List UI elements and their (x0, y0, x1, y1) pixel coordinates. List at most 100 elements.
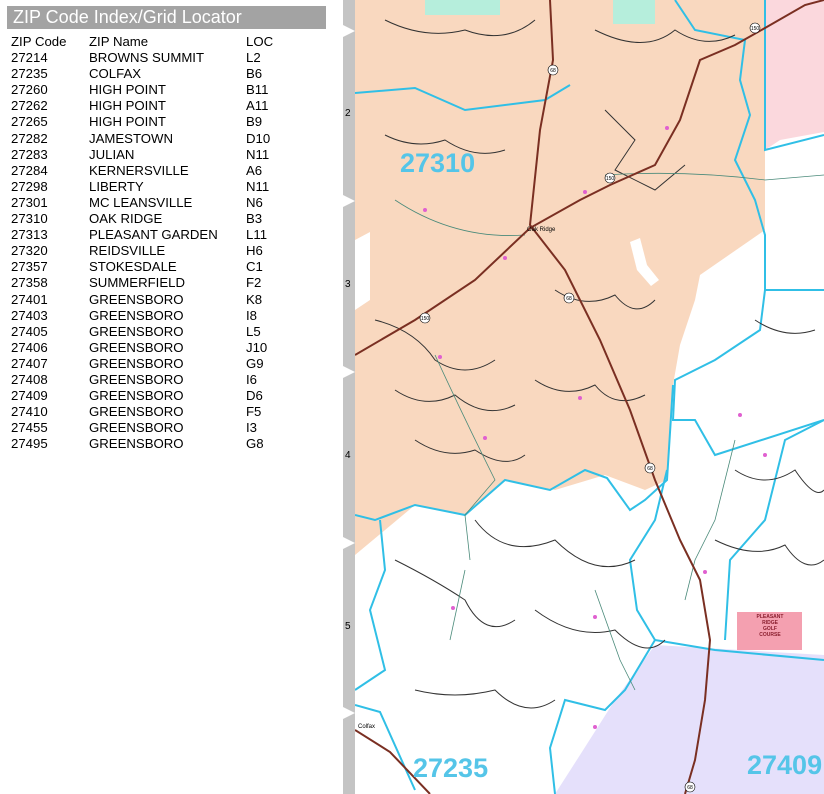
zip-code-cell: 27409 (11, 388, 48, 404)
shield-number: 68 (687, 785, 693, 791)
shield-number: 150 (606, 176, 615, 182)
loc-cell: D6 (246, 388, 263, 404)
table-row: 27357 STOKESDALE C1 (11, 259, 296, 275)
loc-cell: N11 (246, 146, 270, 162)
loc-cell: F2 (246, 275, 262, 291)
zip-code-cell: 27284 (11, 162, 48, 178)
table-row: 27265 HIGH POINT B9 (11, 114, 296, 130)
table-row: 27313 PLEASANT GARDEN L11 (11, 227, 296, 243)
table-row: 27410 GREENSBORO F5 (11, 404, 296, 420)
table-row: 27408 GREENSBORO I6 (11, 372, 296, 388)
table-row: 27320 REIDSVILLE H6 (11, 243, 296, 259)
grid-row-label: 2 (345, 108, 351, 119)
shield-number: 150 (421, 316, 430, 322)
zip-code-cell: 27401 (11, 291, 48, 307)
table-row: 27455 GREENSBORO I3 (11, 420, 296, 436)
zone-green (613, 0, 655, 24)
grid-notch (343, 366, 355, 378)
zip-name-cell: GREENSBORO (89, 436, 184, 452)
map-canvas[interactable]: 150 68 150 68 150 68 68 (355, 0, 824, 794)
zip-name-cell: GREENSBORO (89, 291, 184, 307)
route-shield: 68 (644, 462, 656, 474)
marker (423, 208, 427, 212)
loc-cell: A11 (246, 98, 269, 114)
grid-notch (343, 25, 355, 37)
zip-code-cell: 27235 (11, 66, 48, 82)
loc-cell: A6 (246, 162, 263, 178)
zip-code-cell: 27403 (11, 307, 48, 323)
zip-name-cell: JAMESTOWN (89, 130, 174, 146)
zip-name-cell: LIBERTY (89, 178, 144, 194)
route-shield: 68 (563, 292, 575, 304)
zip-name-cell: OAK RIDGE (89, 211, 163, 227)
zip-name-cell: BROWNS SUMMIT (89, 50, 205, 66)
zip-code-cell: 27262 (11, 98, 48, 114)
table-row: 27298 LIBERTY N11 (11, 179, 296, 195)
shield-number: 68 (647, 466, 653, 472)
zip-code-cell: 27313 (11, 227, 48, 243)
marker (763, 453, 767, 457)
zip-code-cell: 27407 (11, 355, 48, 371)
zip-name-cell: GREENSBORO (89, 388, 184, 404)
loc-cell: J10 (246, 339, 268, 355)
grid-row-label: 5 (345, 621, 351, 632)
zip-code-cell: 27260 (11, 82, 48, 98)
table-row: 27282 JAMESTOWN D10 (11, 131, 296, 147)
table-row: 27284 KERNERSVILLE A6 (11, 163, 296, 179)
zip-name-cell: HIGH POINT (89, 82, 166, 98)
zip-map[interactable]: 150 68 150 68 150 68 68 27310 27235 2740… (355, 0, 824, 794)
zip-index-body: 27214 BROWNS SUMMIT L2 27235 COLFAX B6 27260 HI… (11, 50, 296, 452)
loc-cell: B3 (246, 211, 263, 227)
loc-cell: C1 (246, 259, 263, 275)
loc-cell: I3 (246, 420, 257, 436)
zip-code-cell: 27410 (11, 404, 48, 420)
route-shield: 68 (547, 64, 559, 76)
zip-code-cell: 27301 (11, 194, 48, 210)
grid-notch (343, 707, 355, 719)
zip-name-cell: COLFAX (89, 66, 142, 82)
zip-name-cell: HIGH POINT (89, 114, 166, 130)
index-title: ZIP Code Index/Grid Locator (7, 6, 326, 29)
marker (665, 126, 669, 130)
marker (503, 256, 507, 260)
zip-name-cell: GREENSBORO (89, 355, 184, 371)
zip-code-cell: 27298 (11, 178, 48, 194)
zip-code-cell: 27405 (11, 323, 48, 339)
zip-index-table: ZIP Code ZIP Name LOC 27214 BROWNS SUMMIT… (11, 34, 296, 452)
zip-code-cell: 27495 (11, 436, 48, 452)
table-row: 27260 HIGH POINT B11 (11, 82, 296, 98)
loc-cell: F5 (246, 404, 262, 420)
header-loc: LOC (246, 34, 274, 49)
zip-label-27409: 27409 (747, 750, 823, 780)
marker (738, 413, 742, 417)
grid-row-label: 4 (345, 450, 351, 461)
zip-code-cell: 27357 (11, 259, 48, 275)
loc-cell: B6 (246, 66, 263, 82)
zip-name-cell: PLEASANT GARDEN (89, 227, 218, 243)
zip-name-cell: GREENSBORO (89, 371, 184, 387)
grid-notch (343, 537, 355, 549)
loc-cell: I6 (246, 371, 257, 387)
marker (438, 355, 442, 359)
loc-cell: G8 (246, 436, 264, 452)
white-enclave (355, 232, 370, 310)
route-shield: 150 (419, 312, 431, 324)
table-row: 27406 GREENSBORO J10 (11, 340, 296, 356)
zip-name-cell: SUMMERFIELD (89, 275, 185, 291)
marker (583, 190, 587, 194)
zip-code-cell: 27455 (11, 420, 48, 436)
table-row: 27358 SUMMERFIELD F2 (11, 275, 296, 291)
marker (483, 436, 487, 440)
loc-cell: L5 (246, 323, 261, 339)
grid-notch (343, 195, 355, 207)
golf-label-line: COURSE (759, 632, 781, 638)
marker (451, 606, 455, 610)
place-label-colfax: Colfax (358, 724, 376, 730)
table-header-row: ZIP Code ZIP Name LOC (11, 34, 296, 50)
zip-code-cell: 27282 (11, 130, 48, 146)
zip-name-cell: GREENSBORO (89, 323, 184, 339)
shield-number: 68 (550, 68, 556, 74)
zip-name-cell: GREENSBORO (89, 307, 184, 323)
zone-green (425, 0, 500, 15)
zip-code-cell: 27406 (11, 339, 48, 355)
